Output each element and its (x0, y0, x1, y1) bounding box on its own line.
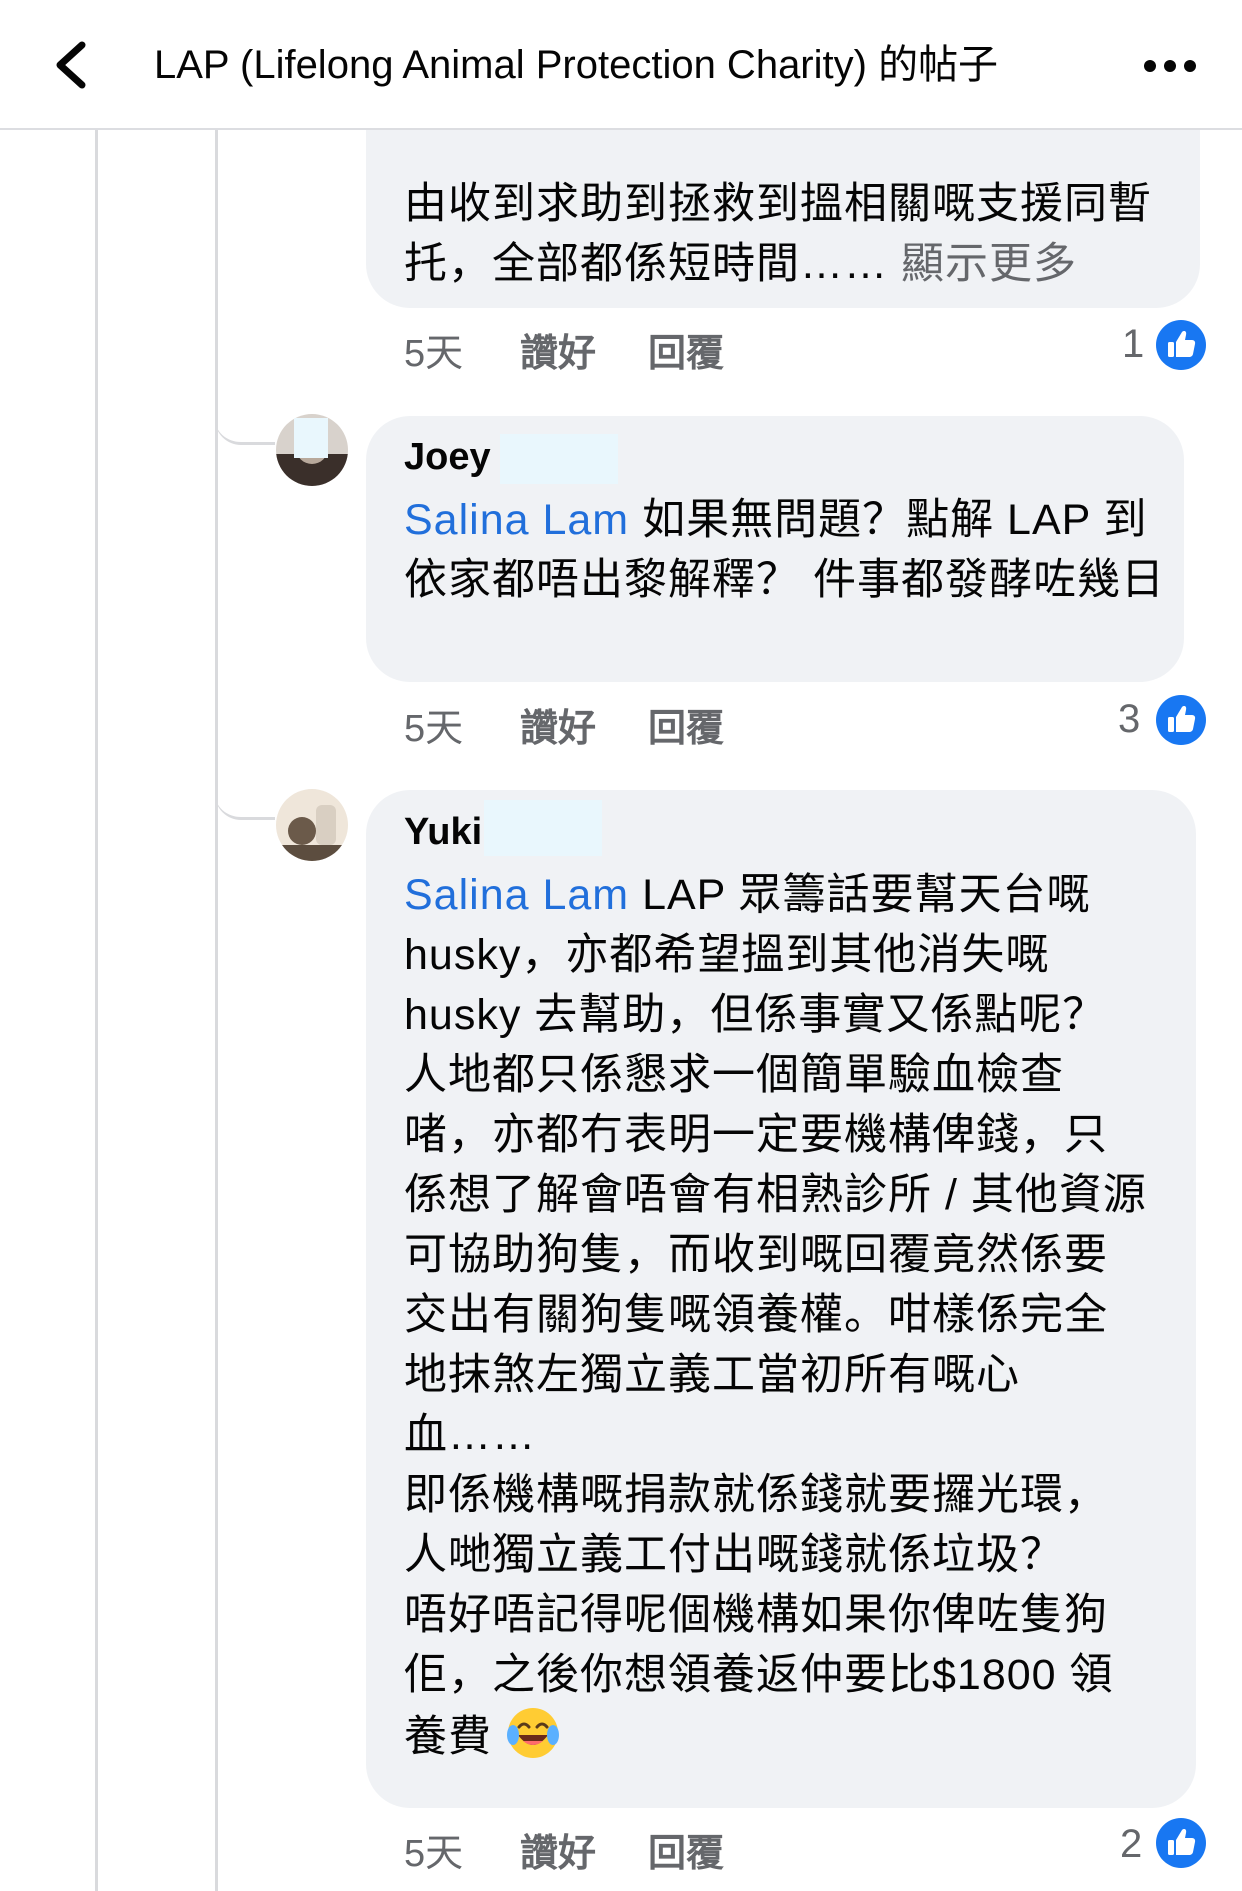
comment-timestamp: 5天 (404, 708, 464, 750)
chevron-left-icon (56, 41, 86, 89)
thread-line-main (95, 130, 98, 1891)
more-horizontal-icon (1144, 60, 1196, 72)
comment-timestamp: 5天 (404, 333, 464, 375)
redacted-name (500, 434, 618, 484)
page-title: LAP (Lifelong Animal Protection Charity)… (154, 43, 999, 87)
thread-branch (215, 755, 275, 820)
like-thumb-icon (1156, 320, 1206, 370)
laughing-tears-emoji (506, 1708, 559, 1758)
like-button[interactable]: 讚好 (520, 697, 596, 752)
like-thumb-icon (1156, 1818, 1206, 1868)
top-bar: LAP (Lifelong Animal Protection Charity)… (0, 0, 1242, 130)
like-button[interactable]: 讚好 (520, 322, 596, 377)
like-button[interactable]: 讚好 (520, 1822, 596, 1877)
comment-timestamp: 5天 (404, 1833, 464, 1875)
reply-button[interactable]: 回覆 (648, 697, 724, 752)
avatar-image (276, 414, 348, 486)
comment-text: Salina Lam LAP 眾籌話要幫天台嘅 husky，亦都希望搵到其他消失… (404, 871, 1147, 1761)
avatar[interactable] (276, 414, 348, 486)
avatar[interactable] (276, 789, 348, 861)
comment-text: Salina Lam 如果無問題？點解 LAP 到依家都唔出黎解釋？ 件事都發酵… (404, 496, 1165, 604)
avatar-image (276, 789, 348, 861)
like-thumb-icon (1156, 695, 1206, 745)
thread-branch (215, 380, 275, 445)
back-button[interactable] (46, 30, 106, 100)
see-more-link[interactable]: 顯示更多 (901, 240, 1077, 288)
mention-link[interactable]: Salina Lam (404, 871, 629, 919)
reply-button[interactable]: 回覆 (648, 322, 724, 377)
more-options-button[interactable] (1140, 30, 1200, 100)
reply-button[interactable]: 回覆 (648, 1822, 724, 1877)
comment-text: 由收到求助到拯救到搵相關嘅支援同暫托，全部都係短時間…… 顯示更多 (404, 180, 1152, 288)
comment-author[interactable]: Joey (404, 436, 491, 479)
like-count: 2 (1120, 1822, 1143, 1866)
like-count: 3 (1118, 697, 1141, 741)
comment-author[interactable]: Yuki (404, 811, 482, 854)
mention-link[interactable]: Salina Lam (404, 496, 629, 544)
like-count: 1 (1122, 322, 1145, 366)
redacted-name (484, 800, 602, 856)
